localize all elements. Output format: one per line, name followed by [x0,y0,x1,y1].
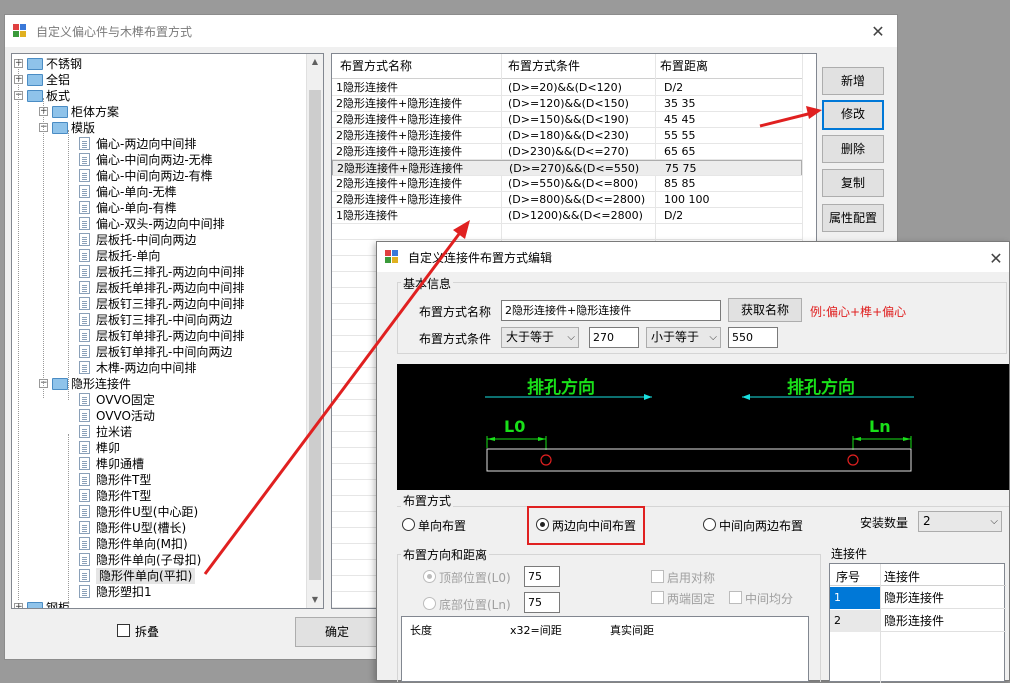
annotation-arrow-to-grid [203,229,464,575]
annotation-arrowhead-edit [806,106,822,119]
annotation-overlay [203,106,822,575]
annotation-arrow-to-edit [759,111,813,128]
